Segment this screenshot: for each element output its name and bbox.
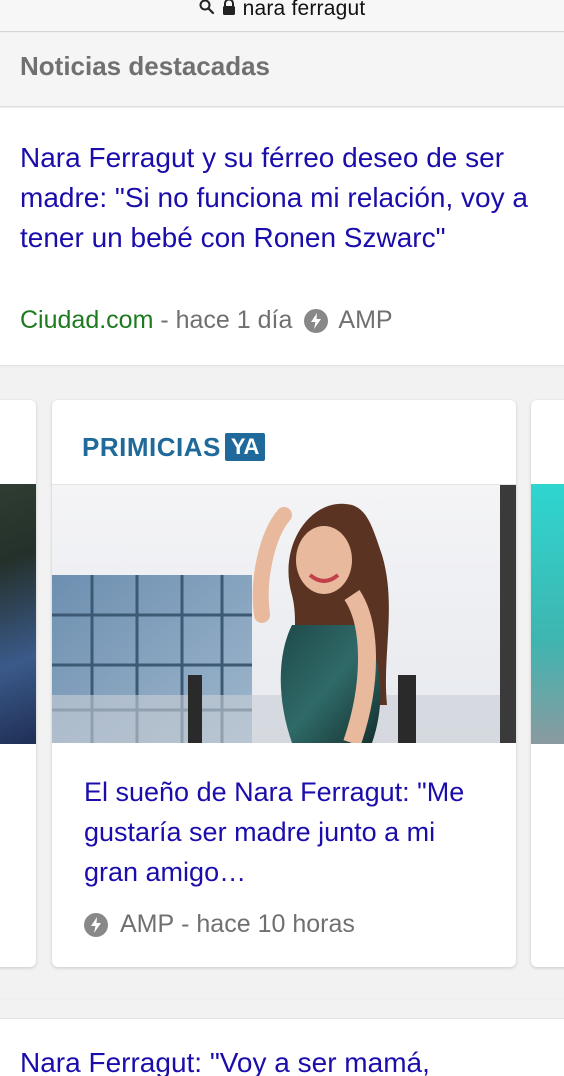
top-story-amp-label: AMP	[338, 306, 393, 334]
card-amp-label: AMP	[120, 910, 175, 938]
card-meta: AMP - hace 10 horas	[84, 910, 355, 939]
section-title: Noticias destacadas	[20, 51, 271, 81]
amp-bolt-icon	[84, 912, 108, 937]
carousel-card-previous[interactable]	[0, 400, 36, 967]
amp-bolt-icon	[304, 308, 329, 333]
top-story-card[interactable]: Nara Ferragut y su férreo deseo de ser m…	[0, 108, 564, 366]
card-image	[531, 484, 564, 744]
url-text[interactable]: nara ferragut	[243, 0, 366, 21]
carousel-card-next[interactable]	[531, 400, 564, 967]
lock-icon	[221, 0, 237, 21]
top-story-headline[interactable]: Nara Ferragut y su férreo deseo de ser m…	[20, 138, 545, 258]
news-carousel[interactable]: PRIMICIAS YA El sueño de Nara Ferragut: …	[0, 368, 564, 998]
publisher-logo-badge: YA	[224, 433, 266, 461]
card-time: hace 10 horas	[196, 910, 355, 938]
card-image	[0, 484, 36, 744]
section-header: Noticias destacadas	[0, 33, 564, 107]
carousel-card[interactable]: PRIMICIAS YA El sueño de Nara Ferragut: …	[52, 400, 516, 967]
search-icon	[199, 0, 215, 21]
publisher-logo-text: PRIMICIAS	[82, 431, 221, 462]
next-story-headline[interactable]: Nara Ferragut: "Voy a ser mamá,	[20, 1047, 430, 1076]
meta-separator: -	[153, 306, 176, 334]
meta-separator: -	[174, 910, 197, 938]
address-bar[interactable]: nara ferragut	[0, 0, 564, 32]
article-photo[interactable]	[52, 485, 516, 743]
card-headline[interactable]: El sueño de Nara Ferragut: "Me gustaría …	[84, 772, 494, 892]
top-story-time: hace 1 día	[175, 306, 293, 334]
next-story[interactable]: Nara Ferragut: "Voy a ser mamá,	[0, 1000, 564, 1076]
publisher-logo: PRIMICIAS YA	[82, 430, 266, 464]
top-story-source: Ciudad.com	[20, 306, 154, 334]
next-story-card[interactable]: Nara Ferragut: "Voy a ser mamá,	[0, 1018, 564, 1076]
top-story-meta: Ciudad.com - hace 1 día AMP	[20, 306, 393, 335]
